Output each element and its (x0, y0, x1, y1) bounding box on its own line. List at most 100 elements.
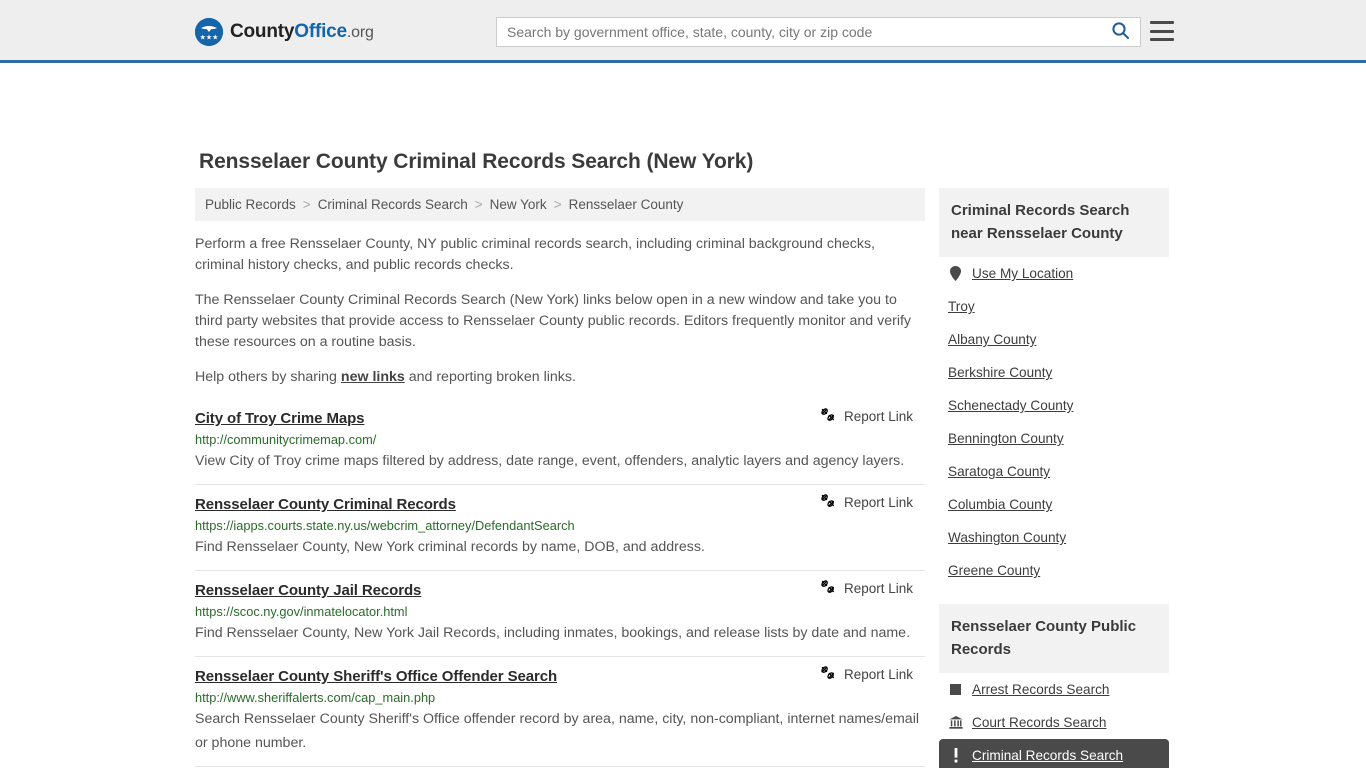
result-header: City of Troy Crime Maps Report Link (195, 407, 925, 427)
report-link-button[interactable]: Report Link (820, 579, 925, 598)
page-body: Rensselaer County Criminal Records Searc… (0, 63, 1366, 768)
magnifier-icon (1111, 21, 1130, 43)
sidebar-item-columbia-county[interactable]: Columbia County (939, 488, 1169, 521)
new-links-link[interactable]: new links (341, 369, 405, 385)
broken-link-icon (820, 493, 836, 512)
search-button[interactable] (1100, 18, 1140, 46)
sidebar-nearby-heading: Criminal Records Search near Rensselaer … (939, 188, 1169, 257)
sidebar-public-records-heading: Rensselaer County Public Records (939, 604, 1169, 673)
sidebar-item-label: Criminal Records Search (972, 748, 1124, 763)
sidebar-item-label: Albany County (948, 332, 1037, 347)
courthouse-icon (948, 716, 963, 729)
result-title-link[interactable]: City of Troy Crime Maps (195, 410, 365, 427)
sidebar-item-label: Greene County (948, 563, 1041, 578)
result-item: Rensselaer County Sheriff's Office Offen… (195, 657, 925, 767)
result-header: Rensselaer County Jail Records Report Li… (195, 579, 925, 599)
sidebar-public-records-list: Arrest Records Search Court Records Sear… (939, 673, 1169, 768)
list-item: Berkshire County (939, 356, 1169, 389)
result-url-link[interactable]: https://iapps.courts.state.ny.us/webcrim… (195, 518, 925, 533)
result-description: View City of Troy crime maps filtered by… (195, 453, 905, 469)
share-text-before: Help others by sharing (195, 369, 341, 385)
result-title-link[interactable]: Rensselaer County Sheriff's Office Offen… (195, 668, 557, 685)
search-bar (496, 17, 1141, 47)
list-item: Saratoga County (939, 455, 1169, 488)
page-title: Rensselaer County Criminal Records Searc… (199, 150, 754, 173)
sidebar-item-schenectady-county[interactable]: Schenectady County (939, 389, 1169, 422)
report-link-button[interactable]: Report Link (820, 407, 925, 426)
intro-paragraph-3: Help others by sharing new links and rep… (195, 367, 925, 388)
intro-section: Perform a free Rensselaer County, NY pub… (195, 221, 925, 388)
sidebar-item-troy[interactable]: Troy (939, 290, 1169, 323)
hamburger-bar (1150, 38, 1174, 41)
result-url-link[interactable]: http://www.sheriffalerts.com/cap_main.ph… (195, 690, 925, 705)
list-item: Greene County (939, 554, 1169, 587)
breadcrumb-separator: > (553, 197, 562, 212)
list-item: Court Records Search (939, 706, 1169, 739)
list-item: Schenectady County (939, 389, 1169, 422)
sidebar-item-label: Berkshire County (948, 365, 1053, 380)
fingerprint-square-icon (948, 684, 963, 695)
sidebar-item-use-my-location[interactable]: Use My Location (939, 257, 1169, 290)
result-title-link[interactable]: Rensselaer County Criminal Records (195, 496, 456, 513)
list-item: Columbia County (939, 488, 1169, 521)
eagle-seal-icon: ★★★ (195, 18, 223, 46)
report-link-label: Report Link (843, 409, 913, 424)
result-description: Find Rensselaer County, New York Jail Re… (195, 625, 911, 641)
result-item: Rensselaer County Criminal Records Repor… (195, 485, 925, 571)
broken-link-icon (820, 407, 836, 426)
result-url-link[interactable]: https://scoc.ny.gov/inmatelocator.html (195, 604, 925, 619)
result-url-link[interactable]: http://communitycrimemap.com/ (195, 432, 925, 447)
sidebar-item-label: Columbia County (948, 497, 1053, 512)
breadcrumb-separator: > (474, 197, 483, 212)
report-link-button[interactable]: Report Link (820, 493, 925, 512)
breadcrumb-item-new-york[interactable]: New York (490, 197, 547, 212)
share-text-after: and reporting broken links. (404, 369, 576, 385)
sidebar-item-label: Bennington County (948, 431, 1064, 446)
sidebar-item-criminal-records-search[interactable]: Criminal Records Search (939, 739, 1169, 768)
sidebar-item-label: Use My Location (972, 266, 1074, 281)
broken-link-icon (820, 579, 836, 598)
sidebar-item-berkshire-county[interactable]: Berkshire County (939, 356, 1169, 389)
sidebar: Criminal Records Search near Rensselaer … (939, 188, 1169, 768)
sidebar-item-arrest-records-search[interactable]: Arrest Records Search (939, 673, 1169, 706)
result-header: Rensselaer County Sheriff's Office Offen… (195, 665, 925, 685)
sidebar-item-washington-county[interactable]: Washington County (939, 521, 1169, 554)
sidebar-item-saratoga-county[interactable]: Saratoga County (939, 455, 1169, 488)
breadcrumb: Public Records > Criminal Records Search… (195, 188, 925, 221)
breadcrumb-item-criminal-records-search[interactable]: Criminal Records Search (318, 197, 468, 212)
results-list: City of Troy Crime Maps Report Link http… (195, 399, 925, 767)
list-item: Bennington County (939, 422, 1169, 455)
site-header: ★★★ CountyOffice.org (0, 0, 1366, 63)
sidebar-public-records-section: Rensselaer County Public Records Arrest … (939, 604, 1169, 768)
list-item: Troy (939, 290, 1169, 323)
sidebar-item-court-records-search[interactable]: Court Records Search (939, 706, 1169, 739)
hamburger-menu-icon[interactable] (1150, 21, 1174, 41)
sidebar-item-albany-county[interactable]: Albany County (939, 323, 1169, 356)
exclamation-icon (948, 748, 963, 763)
svg-text:★★★: ★★★ (200, 34, 219, 42)
breadcrumb-item-rensselaer-county[interactable]: Rensselaer County (569, 197, 684, 212)
sidebar-item-greene-county[interactable]: Greene County (939, 554, 1169, 587)
result-description: Find Rensselaer County, New York crimina… (195, 539, 705, 555)
search-input[interactable] (497, 18, 1100, 46)
breadcrumb-item-public-records[interactable]: Public Records (205, 197, 296, 212)
site-logo-text: CountyOffice.org (230, 21, 374, 43)
report-link-button[interactable]: Report Link (820, 665, 925, 684)
sidebar-item-label: Saratoga County (948, 464, 1051, 479)
hamburger-bar (1150, 29, 1174, 33)
site-logo[interactable]: ★★★ CountyOffice.org (195, 18, 374, 46)
result-header: Rensselaer County Criminal Records Repor… (195, 493, 925, 513)
report-link-label: Report Link (843, 581, 913, 596)
list-item: Washington County (939, 521, 1169, 554)
broken-link-icon (820, 665, 836, 684)
main-content: Public Records > Criminal Records Search… (195, 188, 925, 767)
hamburger-bar (1150, 21, 1174, 24)
sidebar-item-label: Troy (948, 299, 975, 314)
list-item: Criminal Records Search (939, 739, 1169, 768)
sidebar-item-label: Arrest Records Search (972, 682, 1110, 697)
result-title-link[interactable]: Rensselaer County Jail Records (195, 582, 421, 599)
result-item: Rensselaer County Jail Records Report Li… (195, 571, 925, 657)
sidebar-item-bennington-county[interactable]: Bennington County (939, 422, 1169, 455)
report-link-label: Report Link (843, 667, 913, 682)
logo-text-office: Office (294, 21, 347, 42)
